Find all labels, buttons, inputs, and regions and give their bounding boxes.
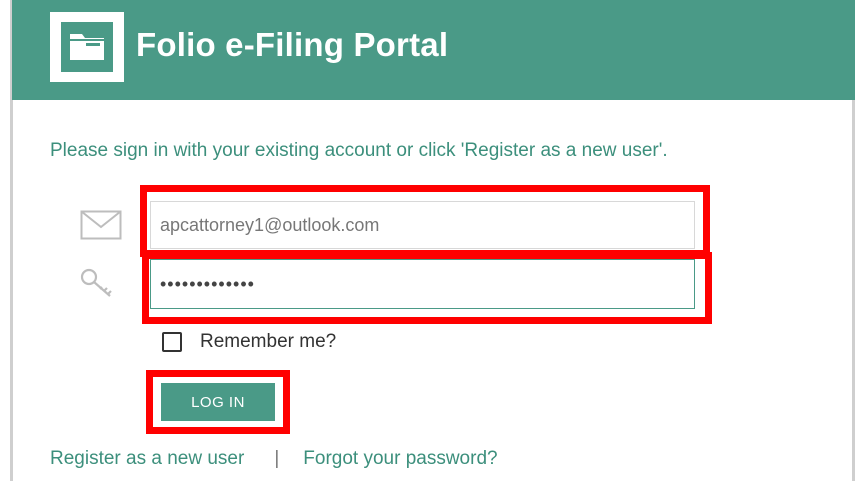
portal-logo (50, 12, 124, 82)
remember-me-option[interactable]: Remember me? (162, 331, 336, 353)
link-separator: | (274, 448, 280, 469)
account-links: Register as a new user | Forgot your passw… (50, 448, 498, 470)
remember-me-checkbox[interactable] (162, 332, 182, 352)
forgot-password-link[interactable]: Forgot your password? (303, 448, 497, 469)
remember-me-label: Remember me? (200, 331, 337, 352)
page-title: Folio e-Filing Portal (136, 26, 449, 63)
login-highlight-box (146, 370, 290, 434)
key-icon (80, 268, 112, 297)
password-highlight-box (142, 252, 712, 324)
sign-in-instructions: Please sign in with your existing accoun… (50, 140, 668, 161)
email-highlight-box (140, 185, 710, 257)
envelope-icon (80, 210, 122, 240)
logo-background (61, 22, 113, 72)
folder-icon (70, 34, 104, 60)
register-link[interactable]: Register as a new user (50, 448, 244, 469)
